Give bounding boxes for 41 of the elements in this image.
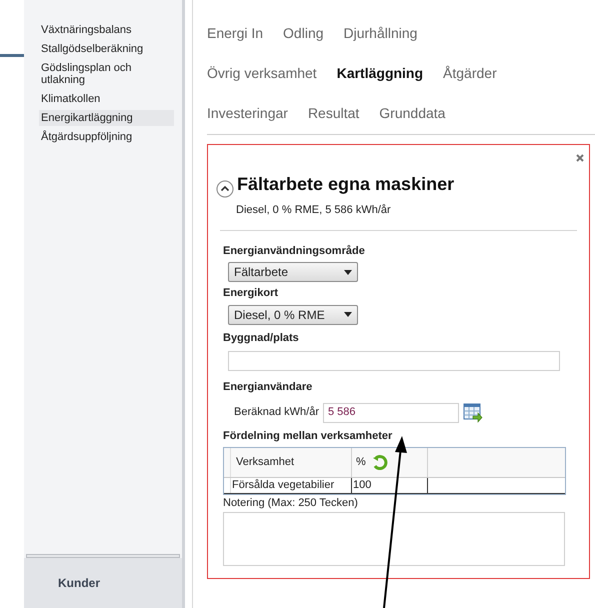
sidebar-item[interactable]: Växtnäringsbalans (39, 22, 174, 38)
close-icon[interactable] (576, 154, 584, 162)
tab[interactable]: Övrig verksamhet (207, 62, 317, 84)
tab[interactable]: Kartläggning (336, 62, 424, 84)
input-field[interactable] (228, 351, 560, 371)
tab[interactable]: Djurhållning (344, 22, 418, 44)
accent-line (0, 54, 24, 57)
dropdown-arrow-icon (344, 312, 352, 317)
field-label: Energianvändningsområde (223, 244, 366, 258)
dropdown[interactable]: Diesel, 0 % RME (228, 304, 358, 324)
tab[interactable]: Investeringar (207, 102, 288, 124)
table-cell: Försålda vegetabilier (230, 478, 352, 493)
note-field[interactable] (223, 512, 565, 566)
field-label: Energianvändare (223, 380, 314, 395)
field-label: Energikort (223, 286, 280, 301)
dropdown[interactable]: Fältarbete (228, 262, 358, 282)
field-label: Fördelning mellan verksamheter (223, 428, 394, 444)
sidebar-item[interactable]: Gödslingsplan och utlakning (39, 60, 174, 88)
sidebar-item[interactable]: Energikartläggning (39, 110, 174, 126)
column-header: % (356, 455, 366, 470)
sidebar-item[interactable]: Klimatkollen (39, 91, 174, 107)
panel-title: Fältarbete egna maskiner (237, 173, 454, 196)
calculator-icon[interactable] (462, 402, 483, 422)
tab[interactable]: Energi In (207, 22, 264, 44)
tab[interactable]: Resultat (308, 102, 360, 124)
dropdown-arrow-icon (344, 270, 352, 274)
sidebar-item[interactable]: Stallgödselberäkning (39, 41, 174, 57)
sidebar-item[interactable]: Åtgärdsuppföljning (39, 129, 174, 145)
collapse-icon[interactable] (216, 180, 234, 198)
column-header: Verksamhet (230, 448, 352, 477)
customers-button[interactable]: Kunder (58, 574, 100, 592)
tab[interactable]: Grunddata (379, 102, 446, 124)
table-cell: 100 (352, 478, 428, 493)
tab[interactable]: Odling (283, 22, 324, 44)
tab[interactable]: Åtgärder (443, 62, 497, 84)
input-field[interactable]: 5 586 (322, 402, 459, 422)
panel-subtitle: Diesel, 0 % RME, 5 586 kWh/år (236, 203, 392, 218)
field-label: Byggnad/plats (223, 330, 300, 346)
field-label: Notering (Max: 250 Tecken) (223, 496, 359, 511)
refresh-icon[interactable] (372, 454, 388, 470)
field-label: Beräknad kWh/år (234, 405, 319, 420)
